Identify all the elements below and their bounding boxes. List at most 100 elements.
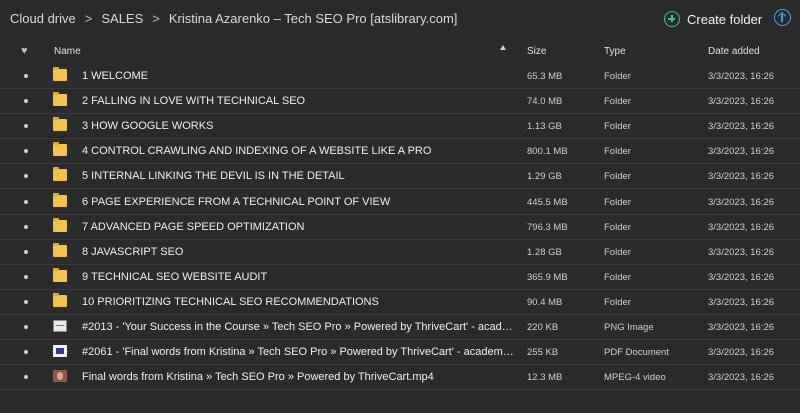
file-name[interactable]: 9 TECHNICAL SEO WEBSITE AUDIT bbox=[82, 271, 514, 283]
table-row[interactable]: 2 FALLING IN LOVE WITH TECHNICAL SEO 74.0… bbox=[0, 89, 800, 115]
breadcrumb: Cloud drive > SALES > Kristina Azarenko – Te… bbox=[10, 11, 457, 26]
file-type: Folder bbox=[604, 221, 631, 233]
png-icon bbox=[53, 320, 67, 332]
row-bullet bbox=[24, 74, 28, 78]
file-type: Folder bbox=[604, 246, 631, 258]
create-folder-button[interactable]: Create folder bbox=[664, 9, 762, 29]
row-bullet bbox=[24, 350, 28, 355]
folder-icon bbox=[53, 67, 67, 81]
row-bullet bbox=[24, 199, 28, 204]
video-icon bbox=[53, 370, 67, 383]
file-type: Folder bbox=[604, 296, 631, 308]
breadcrumb-current-folder: Kristina Azarenko – Tech SEO Pro [atslib… bbox=[168, 11, 458, 26]
upload-icon[interactable] bbox=[774, 9, 791, 26]
file-size: 74.0 MB bbox=[527, 96, 563, 108]
file-size: 220 KB bbox=[527, 322, 559, 333]
folder-icon bbox=[53, 292, 67, 307]
heart-icon[interactable]: ♥ bbox=[21, 46, 28, 57]
row-bullet bbox=[24, 149, 28, 154]
table-header: ♥ Name Size Type Date added bbox=[0, 39, 800, 64]
folder-icon bbox=[53, 192, 67, 207]
table-row[interactable]: 1 WELCOME 65.3 MB Folder 3/3/2023, 16:26 bbox=[0, 64, 800, 89]
file-size: 800.1 MB bbox=[527, 146, 568, 158]
table-row[interactable]: Final words from Kristina » Tech SEO Pro… bbox=[0, 365, 800, 391]
folder-icon bbox=[53, 167, 67, 182]
file-name[interactable]: #2013 - 'Your Success in the Course » Te… bbox=[82, 321, 514, 333]
date-added: 3/3/2023, 16:26 bbox=[708, 146, 775, 158]
folder-icon bbox=[53, 117, 67, 132]
date-added: 3/3/2023, 16:26 bbox=[708, 96, 775, 108]
row-bullet bbox=[24, 99, 28, 104]
row-bullet bbox=[24, 249, 28, 254]
file-name[interactable]: #2061 - 'Final words from Kristina » Tec… bbox=[82, 346, 514, 358]
date-added: 3/3/2023, 16:26 bbox=[708, 121, 775, 133]
file-name[interactable]: 3 HOW GOOGLE WORKS bbox=[82, 120, 514, 132]
row-bullet bbox=[24, 274, 28, 279]
plus-circle-icon bbox=[664, 11, 680, 27]
date-added: 3/3/2023, 16:26 bbox=[708, 296, 775, 308]
date-added: 3/3/2023, 16:26 bbox=[708, 221, 775, 233]
row-bullet bbox=[24, 224, 28, 229]
folder-icon bbox=[53, 142, 67, 157]
column-header-name[interactable]: Name bbox=[54, 46, 81, 57]
file-type: PNG Image bbox=[604, 322, 654, 333]
row-bullet bbox=[24, 124, 28, 129]
table-row[interactable]: 10 PRIORITIZING TECHNICAL SEO RECOMMENDA… bbox=[0, 290, 800, 315]
create-folder-label: Create folder bbox=[687, 11, 763, 27]
table-row[interactable]: 7 ADVANCED PAGE SPEED OPTIMIZATION 796.3 … bbox=[0, 215, 800, 240]
table-row[interactable]: #2061 - 'Final words from Kristina » Tec… bbox=[0, 340, 800, 366]
file-name[interactable]: 2 FALLING IN LOVE WITH TECHNICAL SEO bbox=[82, 95, 514, 107]
row-bullet bbox=[24, 375, 28, 380]
table-row[interactable]: 4 CONTROL CRAWLING AND INDEXING OF A WEB… bbox=[0, 139, 800, 165]
sort-ascending-icon[interactable] bbox=[500, 45, 506, 50]
table-row[interactable]: 5 INTERNAL LINKING THE DEVIL IS IN THE D… bbox=[0, 164, 800, 190]
folder-icon bbox=[53, 267, 67, 282]
file-type: Folder bbox=[604, 96, 631, 108]
file-name[interactable]: 5 INTERNAL LINKING THE DEVIL IS IN THE D… bbox=[82, 170, 514, 182]
file-size: 445.5 MB bbox=[527, 196, 568, 208]
file-type: Folder bbox=[604, 146, 631, 158]
column-header-type[interactable]: Type bbox=[604, 46, 626, 57]
top-bar: Cloud drive > SALES > Kristina Azarenko – Te… bbox=[0, 0, 800, 38]
column-header-size[interactable]: Size bbox=[527, 46, 546, 57]
breadcrumb-cloud-drive[interactable]: Cloud drive bbox=[10, 11, 76, 26]
date-added: 3/3/2023, 16:26 bbox=[708, 271, 775, 283]
table-row[interactable]: #2013 - 'Your Success in the Course » Te… bbox=[0, 315, 800, 340]
file-name[interactable]: 1 WELCOME bbox=[82, 70, 514, 82]
folder-icon bbox=[53, 92, 67, 107]
file-name[interactable]: Final words from Kristina » Tech SEO Pro… bbox=[82, 371, 514, 383]
date-added: 3/3/2023, 16:26 bbox=[708, 372, 775, 384]
file-size: 90.4 MB bbox=[527, 296, 563, 308]
date-added: 3/3/2023, 16:26 bbox=[708, 347, 775, 359]
file-size: 1.29 GB bbox=[527, 171, 562, 183]
file-size: 12.3 MB bbox=[527, 372, 563, 384]
file-type: Folder bbox=[604, 71, 631, 82]
date-added: 3/3/2023, 16:26 bbox=[708, 322, 775, 333]
folder-icon bbox=[53, 217, 67, 232]
file-size: 65.3 MB bbox=[527, 71, 563, 82]
table-row[interactable]: 3 HOW GOOGLE WORKS 1.13 GB Folder 3/3/2023,… bbox=[0, 114, 800, 140]
file-size: 365.9 MB bbox=[527, 271, 568, 283]
date-added: 3/3/2023, 16:26 bbox=[708, 171, 775, 183]
file-size: 796.3 MB bbox=[527, 221, 568, 233]
table-row[interactable]: 6 PAGE EXPERIENCE FROM A TECHNICAL POINT… bbox=[0, 190, 800, 215]
file-name[interactable]: 7 ADVANCED PAGE SPEED OPTIMIZATION bbox=[82, 221, 514, 233]
table-row[interactable]: 8 JAVASCRIPT SEO 1.28 GB Folder 3/3/2023, 1… bbox=[0, 240, 800, 265]
file-size: 255 KB bbox=[527, 347, 559, 359]
file-type: MPEG-4 video bbox=[604, 372, 666, 384]
row-bullet bbox=[24, 299, 28, 304]
file-type: Folder bbox=[604, 171, 631, 183]
breadcrumb-sales[interactable]: SALES bbox=[101, 11, 143, 26]
table-row[interactable]: 9 TECHNICAL SEO WEBSITE AUDIT 365.9 MB Fol… bbox=[0, 265, 800, 290]
file-name[interactable]: 10 PRIORITIZING TECHNICAL SEO RECOMMENDA… bbox=[82, 296, 514, 308]
file-type: Folder bbox=[604, 196, 631, 208]
file-name[interactable]: 6 PAGE EXPERIENCE FROM A TECHNICAL POINT… bbox=[82, 196, 514, 208]
file-name[interactable]: 4 CONTROL CRAWLING AND INDEXING OF A WEB… bbox=[82, 145, 514, 157]
column-header-date[interactable]: Date added bbox=[708, 46, 760, 57]
file-name[interactable]: 8 JAVASCRIPT SEO bbox=[82, 246, 514, 258]
breadcrumb-separator: > bbox=[84, 11, 93, 26]
date-added: 3/3/2023, 16:26 bbox=[708, 246, 775, 258]
file-type: Folder bbox=[604, 271, 631, 283]
row-bullet bbox=[24, 325, 28, 329]
breadcrumb-separator: > bbox=[152, 11, 160, 26]
